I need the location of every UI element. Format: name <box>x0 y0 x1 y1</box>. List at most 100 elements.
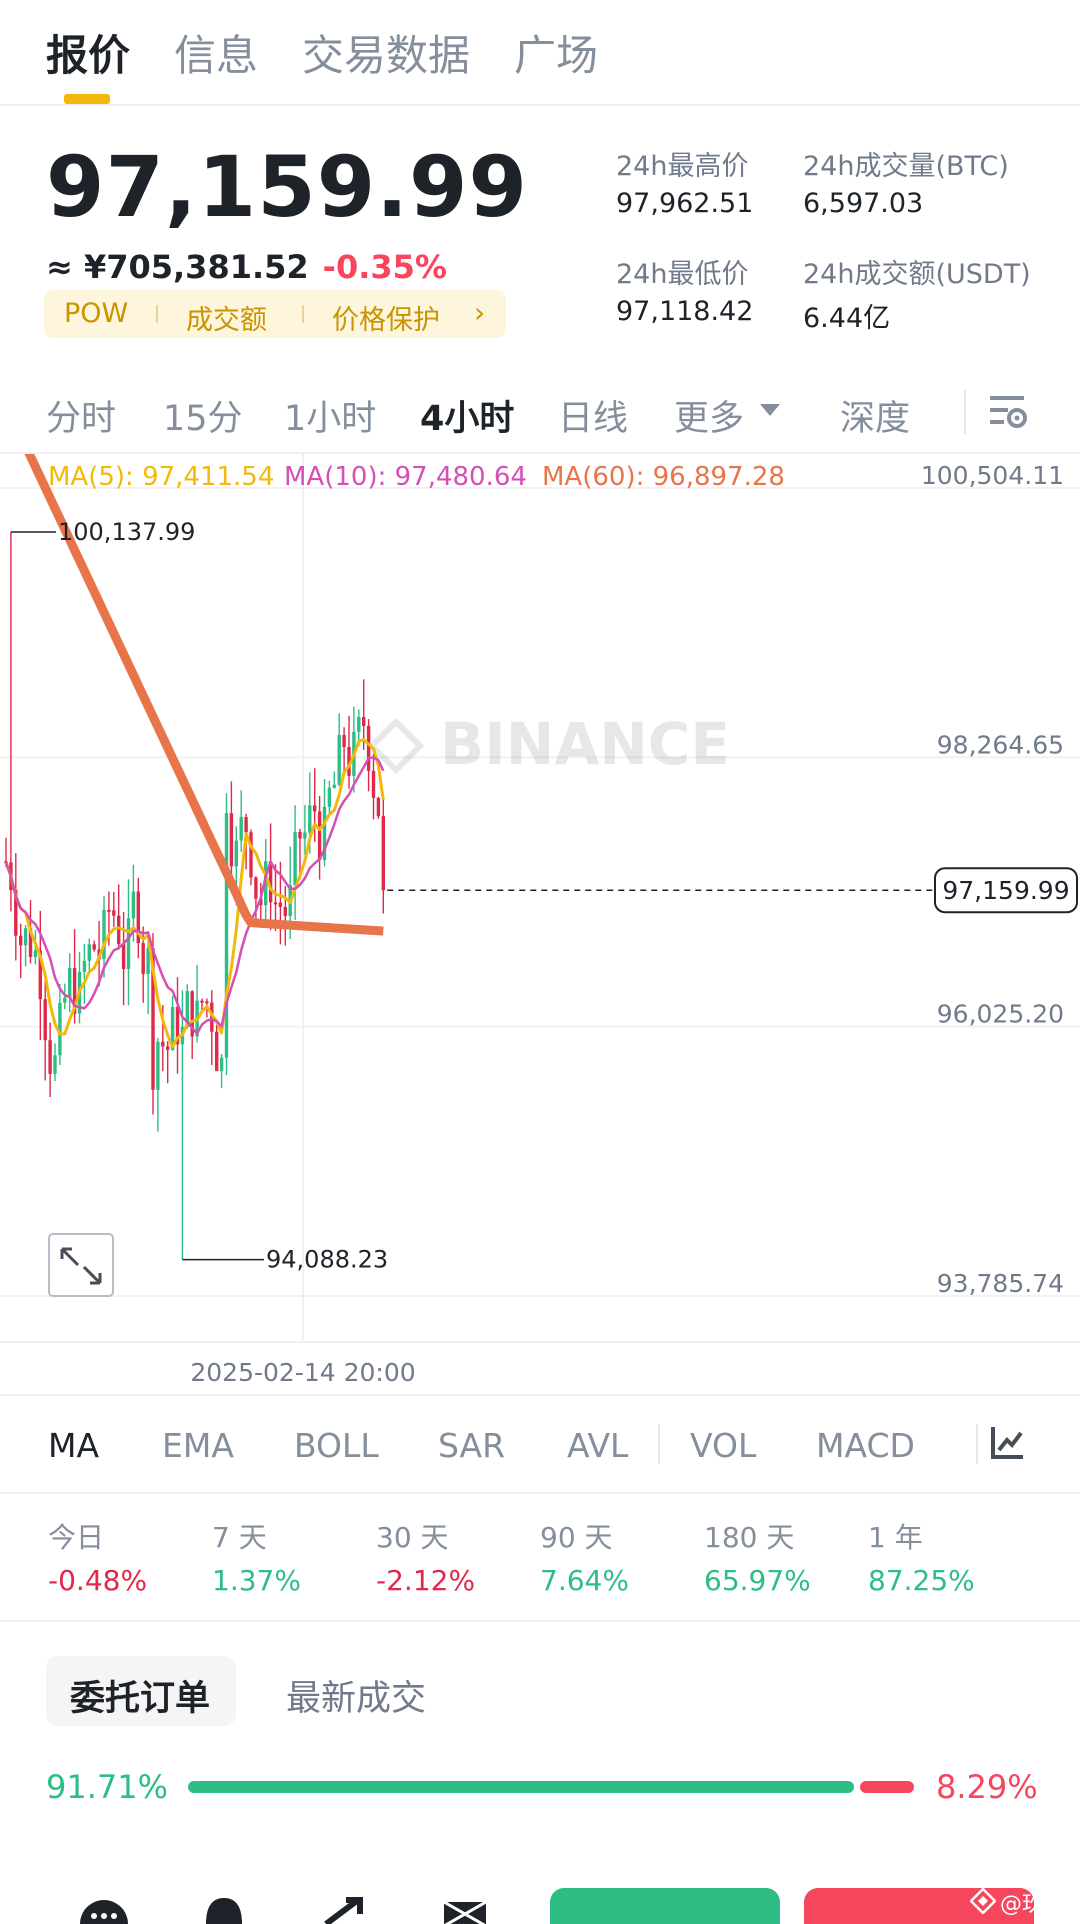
watermark-text: BINANCE <box>440 710 730 778</box>
alert-bell-icon[interactable] <box>202 1894 246 1924</box>
binance-watermark: BINANCE <box>367 710 730 778</box>
tag-bar[interactable]: POW 成交额 价格保护 › <box>44 290 506 338</box>
candle-body <box>283 906 287 917</box>
candle-body <box>308 805 312 833</box>
candle-body <box>273 902 278 905</box>
candle-body <box>303 832 307 839</box>
last-price: 97,159.99 <box>46 138 528 236</box>
y-tick-label: 100,504.11 <box>921 461 1064 490</box>
perf-value: -2.12% <box>376 1564 476 1597</box>
perf-value: 7.64% <box>540 1564 629 1597</box>
trade-arrows-icon[interactable] <box>322 1896 368 1924</box>
low-label: 24h最低价 <box>616 259 749 290</box>
candle-body <box>278 902 283 907</box>
perf-value: 87.25% <box>868 1564 975 1597</box>
candle-body <box>337 734 341 785</box>
tab-info[interactable]: 信息 <box>174 22 258 83</box>
perf-label: 30 天 <box>376 1521 449 1554</box>
cny-price: ≈ ¥705,381.52 <box>46 248 309 286</box>
candle-body <box>376 797 381 817</box>
perf-value: 65.97% <box>704 1564 811 1597</box>
grid-icon[interactable] <box>442 1896 488 1924</box>
candle-body <box>23 928 28 946</box>
indicator-bar: MA EMA BOLL SAR AVL VOL MACD <box>0 1394 1080 1494</box>
chevron-right-icon: › <box>474 296 486 329</box>
y-tick-label: 98,264.65 <box>937 730 1064 759</box>
candle-body <box>112 910 116 916</box>
candle-body <box>19 935 23 946</box>
y-tick-label: 93,785.74 <box>937 1269 1064 1298</box>
interval-timeshare[interactable]: 分时 <box>46 390 116 441</box>
candle-body <box>33 950 38 957</box>
buy-button[interactable] <box>550 1888 780 1924</box>
vol-usdt-value: 6.44亿 <box>803 303 891 334</box>
kline-chart[interactable]: 100,504.11 98,264.65 96,025.20 93,785.74 202… <box>0 402 1080 1394</box>
candle-body <box>293 831 297 886</box>
price-change: -0.35% <box>322 248 447 286</box>
indicator-boll[interactable]: BOLL <box>294 1426 379 1465</box>
candle-body <box>141 943 145 974</box>
current-price-label: 97,159.99 <box>942 876 1069 905</box>
candle-body <box>166 1046 170 1050</box>
sub-price-row: ≈ ¥705,381.52 -0.35% <box>46 248 447 286</box>
candle-body <box>131 891 136 919</box>
indicator-macd[interactable]: MACD <box>816 1426 915 1465</box>
chart-settings-icon[interactable] <box>988 392 1028 432</box>
interval-bar: 分时 15分 1小时 4小时 日线 更多 深度 <box>0 378 1080 450</box>
perf-label: 7 天 <box>212 1521 267 1554</box>
candle-body <box>107 909 111 912</box>
candle-body <box>156 1041 160 1090</box>
tag-volume[interactable]: 成交额 <box>186 298 267 337</box>
x-axis-label: 2025-02-14 20:00 <box>190 1358 415 1387</box>
performance-row: 今日 -0.48% 7 天 1.37% 30 天 -2.12% 90 天 7.6… <box>0 1494 1080 1622</box>
candle-body <box>92 944 96 950</box>
chat-icon[interactable] <box>80 1896 128 1924</box>
tab-order-book[interactable]: 委托订单 <box>46 1656 236 1726</box>
candle-body <box>239 817 243 841</box>
fullscreen-icon[interactable] <box>48 1233 114 1297</box>
tab-trading-data[interactable]: 交易数据 <box>302 22 470 83</box>
user-watermark: @玖叔 <box>1000 1892 1067 1917</box>
tab-quote[interactable]: 报价 <box>46 22 130 83</box>
active-tab-indicator <box>64 94 110 104</box>
tag-price-protection[interactable]: 价格保护 <box>332 298 440 337</box>
high-label: 24h最高价 <box>616 151 749 182</box>
candle-body <box>332 784 336 788</box>
candle-body <box>48 1040 52 1074</box>
bottom-nav: @玖叔 <box>0 1852 1080 1924</box>
indicator-chart-icon[interactable] <box>990 1424 1026 1460</box>
interval-4h[interactable]: 4小时 <box>420 390 514 441</box>
candle-body <box>381 816 385 891</box>
indicator-ema[interactable]: EMA <box>162 1426 234 1465</box>
kline-svg[interactable]: 100,504.11 98,264.65 96,025.20 93,785.74 202… <box>0 402 1080 1394</box>
perf-value: 1.37% <box>212 1564 301 1597</box>
indicator-ma[interactable]: MA <box>48 1426 99 1465</box>
ma60-label: MA(60): 96,897.28 <box>542 462 785 492</box>
ma5-label: MA(5): 97,411.54 <box>48 462 275 492</box>
indicator-sar[interactable]: SAR <box>438 1426 505 1465</box>
candle-body <box>249 832 253 878</box>
tab-square[interactable]: 广场 <box>514 22 598 83</box>
vol-btc-label: 24h成交量(BTC) <box>803 151 1009 182</box>
candle-body <box>53 1055 57 1074</box>
candle-body <box>254 877 258 899</box>
interval-daily[interactable]: 日线 <box>558 390 628 441</box>
indicator-avl[interactable]: AVL <box>567 1426 628 1465</box>
sell-ratio: 8.29% <box>936 1768 1038 1806</box>
tab-latest-trades[interactable]: 最新成交 <box>286 1670 426 1740</box>
buy-ratio: 91.71% <box>46 1768 169 1806</box>
buy-ratio-bar <box>188 1781 854 1793</box>
tag-pow[interactable]: POW <box>64 298 128 329</box>
sell-ratio-bar <box>860 1781 914 1793</box>
interval-15m[interactable]: 15分 <box>163 390 243 441</box>
caret-down-icon[interactable] <box>760 402 780 418</box>
interval-1h[interactable]: 1小时 <box>284 390 376 441</box>
candle-body <box>317 811 322 860</box>
candle-body <box>362 717 366 726</box>
candle-body <box>313 805 317 812</box>
indicator-vol[interactable]: VOL <box>690 1426 756 1465</box>
interval-more[interactable]: 更多 <box>674 390 744 441</box>
depth-tab[interactable]: 深度 <box>840 390 910 441</box>
candle-body <box>219 1057 224 1072</box>
low-marker-label: 94,088.23 <box>266 1246 388 1274</box>
